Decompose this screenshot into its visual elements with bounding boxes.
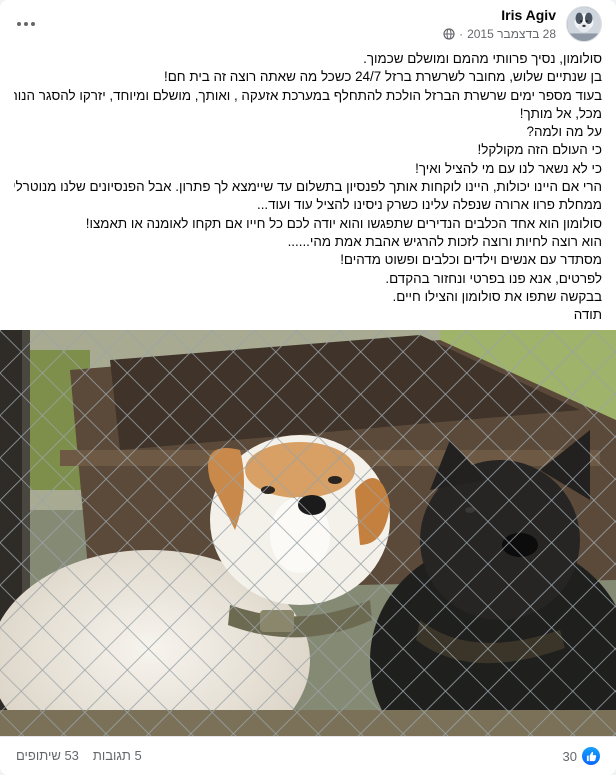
post-text-line: תודה: [573, 307, 602, 323]
reactions-summary[interactable]: 30: [563, 747, 600, 765]
facebook-post-card: Iris Agiv 28 בדצמבר 2015 · סולומון, נסיך…: [0, 0, 616, 775]
post-text-line: הוא רוצה לחיות ורוצה לזכות להרגיש אהבת א…: [287, 233, 602, 249]
post-dateline: 28 בדצמבר 2015 ·: [443, 26, 556, 42]
post-meta: Iris Agiv 28 בדצמבר 2015 ·: [443, 6, 556, 42]
dogs-behind-fence-photo: [0, 330, 616, 736]
post-text-line: סולומון הוא אחד הכלבים הנדירים שתפגשו וה…: [85, 215, 602, 231]
post-date[interactable]: 28 בדצמבר 2015: [467, 26, 556, 42]
post-text: סולומון, נסיך פרוותי מהמם ומושלם שכמוך. ב…: [14, 50, 602, 324]
post-photo[interactable]: [0, 330, 616, 736]
author-name[interactable]: Iris Agiv: [443, 6, 556, 24]
more-options-icon[interactable]: [12, 10, 40, 38]
post-text-line: סולומון, נסיך פרוותי מהמם ומושלם שכמוך.: [363, 51, 602, 66]
post-text-line: בן שנתיים שלוש, מחובר לשרשרת ברזל 24/7 כ…: [164, 69, 602, 85]
post-text-line: ממחלת פרוו ארורה שנפלה עלינו כשרק ניסינו…: [256, 197, 602, 213]
post-footer: 30 5 תגובות 53 שיתופים: [0, 736, 616, 775]
engagement-counts: 5 תגובות 53 שיתופים: [16, 748, 142, 763]
post-text-line: על מה ולמה?: [526, 124, 602, 140]
avatar-image: [567, 7, 601, 41]
post-header: Iris Agiv 28 בדצמבר 2015 ·: [12, 4, 602, 46]
reaction-count: 30: [562, 748, 577, 764]
like-icon: [582, 747, 600, 765]
post-text-line: הרי אם היינו יכולות, היינו לוקחות אותך ל…: [14, 179, 602, 195]
post-text-line: מסתדר עם אנשים וילדים וכלבים ופשוט מדהים…: [340, 252, 602, 268]
post-text-line: כי לא נשאר לנו עם מי להציל ואיך!: [415, 160, 602, 176]
globe-icon[interactable]: [443, 28, 455, 40]
post-text-line: בבקשה שתפו את סולומון והצילו חיים.: [392, 288, 602, 304]
shares-count[interactable]: 53 שיתופים: [16, 748, 79, 763]
post-text-line: מכל, אל מותך!: [519, 105, 602, 121]
post-text-line: בעוד מספר ימים שרשרת הברזל הולכת להתחלף …: [14, 87, 602, 103]
author-avatar[interactable]: [566, 6, 602, 42]
comments-count[interactable]: 5 תגובות: [93, 748, 142, 763]
separator-dot: ·: [459, 27, 464, 41]
post-text-line: כי העולם הזה מקולקל!: [477, 142, 603, 158]
post-text-line: לפרטים, אנא פנו בפרטי ונחזור בהקדם.: [385, 270, 602, 286]
